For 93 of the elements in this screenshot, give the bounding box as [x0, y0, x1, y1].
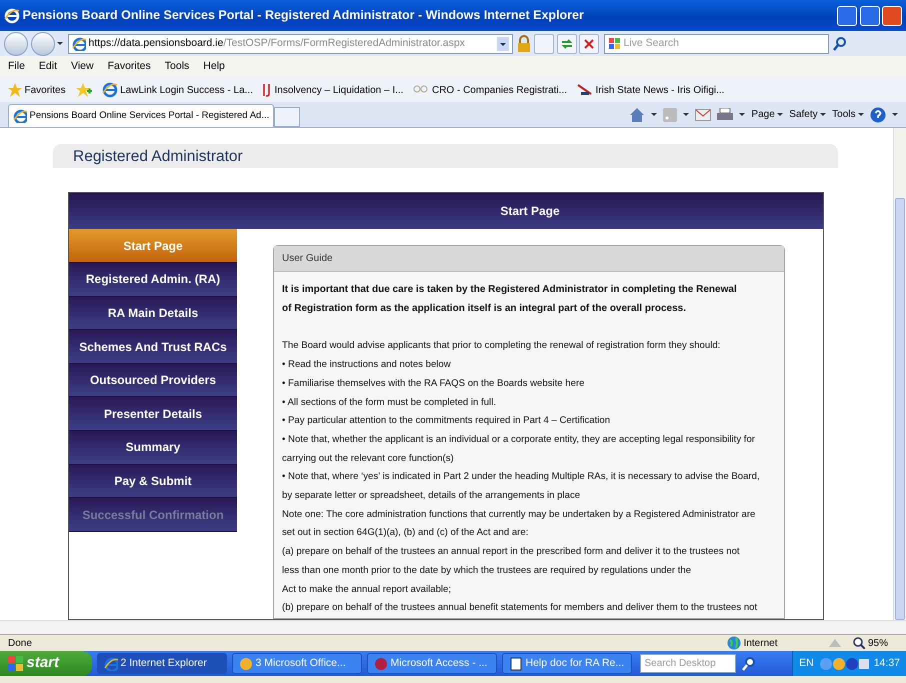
nav-item[interactable]: Pay & Submit	[69, 464, 237, 498]
browser-logo-icon	[4, 8, 20, 24]
browser-tab[interactable]: Pensions Board Online Services Portal - Registered Ad...	[8, 104, 274, 127]
status-text: Done	[8, 636, 33, 650]
favorite-link[interactable]: CRO - Companies Registrati...	[413, 82, 568, 98]
guide-text: Note one: The core administration functions that currently may be undertaken by a Registered Administrator are set out in section 64G(1)(a), (b) and (c) of the Act and are:	[282, 508, 756, 540]
guide-text: • Pay particular attention to the commitments required in Part 4 – Certification	[282, 414, 610, 428]
lock-icon	[516, 34, 532, 52]
nav-item[interactable]: Presenter Details	[69, 397, 237, 432]
nav-item[interactable]: Registered Admin. (RA)	[69, 263, 237, 297]
menu-item[interactable]: Favorites	[108, 59, 151, 75]
guide-text: • Note that, whether the applicant is an individual or a corporate entity, they are accepting legal responsibility for carrying out the relevant core function(s)	[282, 432, 756, 466]
taskbar-button[interactable]: Help doc for RA Re...	[502, 653, 632, 674]
caret-icon[interactable]	[57, 42, 63, 45]
globe-icon	[727, 636, 742, 650]
guide-text: • Note that, where ‘yes’ is indicated in Part 2 under the heading Multiple RAs, it is necessary to advise the Board, by separate letter or spreadsheet, details of the arrangements in place	[282, 470, 760, 504]
mail-icon[interactable]	[695, 108, 712, 120]
page-heading: Registered Administrator	[73, 146, 243, 167]
close-button[interactable]	[882, 6, 902, 26]
language-indicator[interactable]: EN	[799, 656, 814, 672]
caret-icon	[777, 113, 784, 116]
back-button[interactable]	[4, 32, 28, 56]
app-icon	[509, 656, 523, 670]
command-menu[interactable]: Tools	[832, 107, 864, 122]
guide-text: The Board would advise applicants that prior to completing the renewal of registration form they should:	[282, 339, 720, 354]
dropdown-icon[interactable]	[497, 36, 509, 50]
stop-button[interactable]	[579, 34, 599, 54]
command-menu[interactable]: Page	[751, 107, 784, 122]
window-title: Pensions Board Online Services Portal - Registered Administrator - Windows Internet Explorer	[22, 7, 585, 24]
maximize-button[interactable]	[860, 6, 880, 26]
home-icon[interactable]	[629, 106, 646, 122]
horizontal-scrollbar[interactable]	[0, 620, 906, 634]
menu-item[interactable]: View	[71, 59, 94, 75]
vertical-scrollbar[interactable]	[893, 128, 906, 620]
favorite-link[interactable]: Insolvency – Liquidation – I...	[262, 82, 404, 98]
favorite-link[interactable]: Irish State News - Iris Oifigi...	[577, 82, 724, 98]
app-icon	[239, 656, 253, 670]
guide-text: • All sections of the form must be completed in full.	[282, 396, 496, 410]
caret-icon[interactable]	[739, 113, 746, 116]
printer-icon[interactable]	[717, 108, 734, 122]
refresh-icon[interactable]	[560, 38, 572, 50]
security-zone: Internet	[727, 636, 778, 650]
url-text: https://data.pensionsboard.ie/TestOSP/Forms/FormRegisteredAdministrator.aspx	[88, 36, 465, 51]
link-icon	[577, 82, 594, 98]
address-field[interactable]: https://data.pensionsboard.ie/TestOSP/Forms/FormRegisteredAdministrator.aspx	[68, 34, 513, 54]
scroll-thumb[interactable]	[895, 198, 905, 620]
caret-icon	[820, 113, 826, 116]
menu-item[interactable]: Help	[203, 59, 225, 75]
search-icon[interactable]	[832, 36, 848, 52]
guide-text: • Familiarise themselves with the RA FAQS on the Boards website here	[282, 376, 584, 391]
minimize-button[interactable]	[837, 6, 857, 26]
nav-item[interactable]: Schemes And Trust RACs	[69, 330, 237, 364]
link-icon	[262, 82, 272, 98]
command-menu[interactable]: Safety	[789, 107, 826, 122]
zoom-icon	[853, 637, 866, 649]
page-icon	[13, 109, 27, 123]
nav-item[interactable]: Outsourced Providers	[69, 364, 237, 398]
clock: 14:37	[874, 656, 900, 671]
caret-icon[interactable]	[892, 113, 898, 116]
section-title: Start Page	[499, 203, 561, 220]
guide-text: (a) prepare on behalf of the trustees an annual report in the prescribed form and deliver it to the trustees not less than one month prior to the date by which the trustees are required by regulations under the Act to make the annual report available;	[282, 545, 740, 597]
windows-flag-icon	[609, 38, 621, 50]
guide-text: (b) prepare on behalf of the trustees annual benefit statements for members and deliver them to the trustees not	[282, 601, 758, 616]
favorites-button[interactable]: Favorites	[8, 82, 66, 98]
stop-icon[interactable]	[584, 38, 594, 48]
link-icon	[102, 82, 118, 98]
guide-text: • Read the instructions and notes below	[282, 358, 451, 372]
app-icon	[374, 656, 388, 670]
caret-icon[interactable]	[651, 113, 658, 116]
zoom-control[interactable]: 95%	[853, 636, 888, 650]
nav-item[interactable]: Summary	[69, 431, 237, 465]
menu-item[interactable]: Edit	[38, 59, 58, 75]
tray-icons-drawing[interactable]	[818, 656, 869, 670]
taskbar-button[interactable]: 2 Internet Explorer	[97, 653, 227, 674]
star-icon	[8, 83, 22, 97]
add-favorite-icon[interactable]	[76, 83, 92, 97]
menu-item[interactable]: File	[8, 59, 25, 75]
nav-item[interactable]: RA Main Details	[69, 296, 237, 330]
search-icon[interactable]	[740, 656, 756, 672]
app-icon	[104, 656, 118, 670]
notice-text: It is important that due care is taken by the Registered Administrator in completing the Renewal of Registration form as the application itself is an integral part of the overall process.	[282, 283, 737, 316]
favorite-link[interactable]: LawLink Login Success - La...	[102, 82, 253, 98]
caret-icon[interactable]	[683, 113, 690, 116]
windows-flag-icon	[8, 656, 24, 672]
start-button[interactable]: start	[0, 651, 92, 676]
help-icon[interactable]	[870, 106, 886, 122]
taskbar-button[interactable]: 3 Microsoft Office...	[232, 653, 362, 674]
page-icon	[72, 36, 86, 50]
menu-item[interactable]: Tools	[164, 59, 190, 75]
taskbar-button[interactable]: Microsoft Access - ...	[367, 653, 497, 674]
caret-icon	[858, 113, 864, 116]
guide-title: User Guide	[282, 252, 333, 266]
refresh-button[interactable]	[556, 34, 576, 54]
